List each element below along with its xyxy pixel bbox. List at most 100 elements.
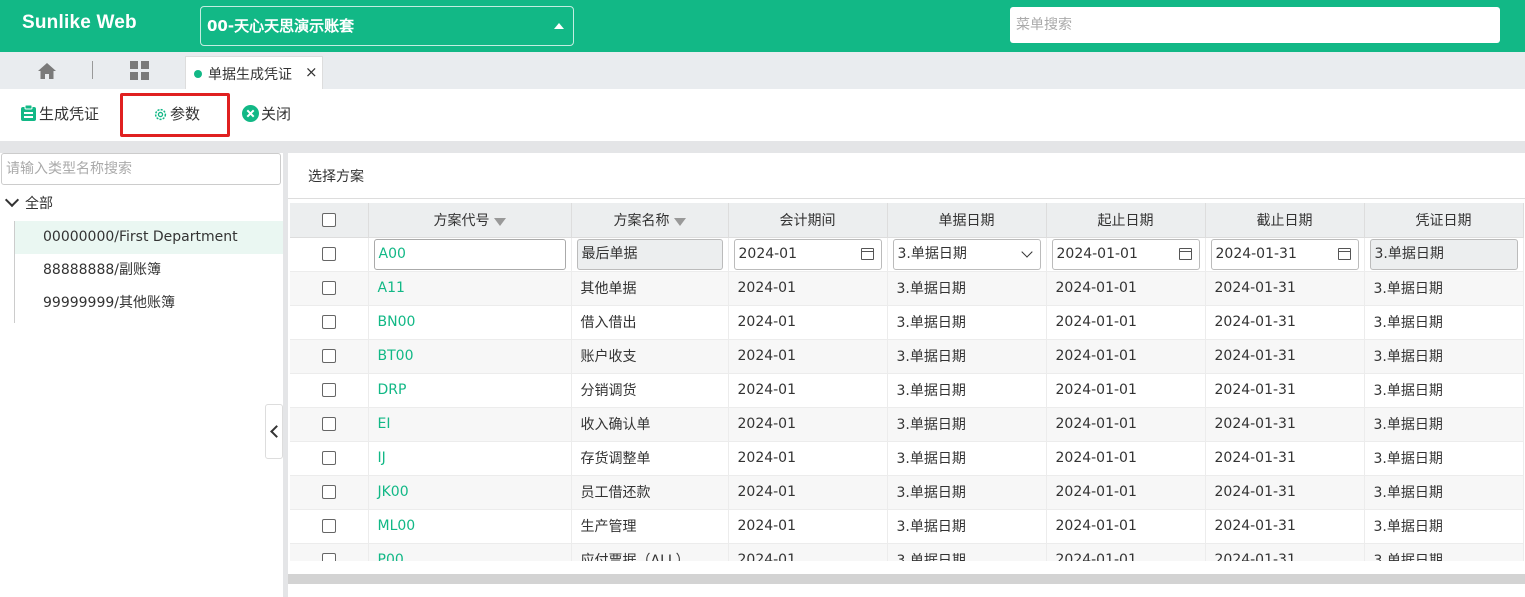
- row-checkbox[interactable]: [321, 281, 336, 295]
- calendar-icon[interactable]: [860, 247, 874, 260]
- toolbar-divider: [0, 141, 1525, 153]
- row-start-date: 2024-01-01: [1046, 407, 1206, 442]
- row-checkbox-cell: [290, 543, 369, 561]
- tree-item-sub-ledger[interactable]: 88888888/副账簿: [15, 254, 283, 287]
- row-checkbox[interactable]: [321, 383, 336, 397]
- filter-end-cell: 2024-01-31: [1205, 237, 1365, 272]
- row-name: 分销调货: [571, 373, 729, 408]
- close-label: 关闭: [261, 105, 292, 123]
- row-checkbox[interactable]: [321, 349, 336, 363]
- params-button[interactable]: 参数: [153, 103, 200, 127]
- table-row[interactable]: IJ 存货调整单 2024-01 3.单据日期 2024-01-01 2024-01-31…: [290, 441, 1524, 476]
- horizontal-scrollbar[interactable]: [288, 574, 1525, 584]
- row-code[interactable]: BN00: [368, 305, 572, 340]
- table-row[interactable]: A11 其他单据 2024-01 3.单据日期 2024-01-01 2024-01-31…: [290, 271, 1524, 306]
- row-voucher-date: 3.单据日期: [1364, 271, 1524, 306]
- scheme-panel: 选择方案 方案代号 方案名称 会计期间 单据日期 起止日期 截止日期 凭证日期: [288, 153, 1525, 597]
- row-checkbox-cell: [290, 509, 369, 544]
- row-start-date: 2024-01-01: [1046, 373, 1206, 408]
- row-checkbox[interactable]: [321, 247, 336, 261]
- calendar-icon[interactable]: [1337, 247, 1351, 260]
- table-row[interactable]: JK00 员工借还款 2024-01 3.单据日期 2024-01-01 2024-01-…: [290, 475, 1524, 510]
- home-icon[interactable]: [37, 61, 57, 81]
- row-end-date: 2024-01-31: [1205, 271, 1365, 306]
- close-button[interactable]: 关闭: [242, 103, 291, 127]
- close-circle-icon: [242, 105, 259, 122]
- select-all-checkbox[interactable]: [321, 212, 336, 227]
- row-checkbox[interactable]: [321, 485, 336, 499]
- row-doc-date: 3.单据日期: [887, 509, 1047, 544]
- row-checkbox-cell: [290, 373, 369, 408]
- row-name: 员工借还款: [571, 475, 729, 510]
- filter-name-cell: 最后单据: [571, 237, 729, 272]
- collapse-panel-button[interactable]: [265, 404, 283, 459]
- scheme-name-field: 最后单据: [576, 238, 723, 270]
- menu-search-input[interactable]: [1010, 7, 1500, 43]
- row-checkbox-cell: [290, 339, 369, 374]
- active-dot-icon: [194, 70, 202, 78]
- calendar-icon[interactable]: [1178, 247, 1192, 260]
- row-voucher-date: 3.单据日期: [1364, 441, 1524, 476]
- table-row[interactable]: P00 应付票据（ALL） 2024-01 3.单据日期 2024-01-01 2024-…: [290, 543, 1524, 561]
- row-period: 2024-01: [728, 407, 888, 442]
- generate-voucher-button[interactable]: 生成凭证: [20, 103, 99, 127]
- toolbar: 生成凭证 参数 关闭: [0, 89, 1525, 141]
- row-code[interactable]: A11: [368, 271, 572, 306]
- filter-icon[interactable]: [493, 217, 506, 226]
- row-code[interactable]: EI: [368, 407, 572, 442]
- row-code[interactable]: JK00: [368, 475, 572, 510]
- table-row[interactable]: ML00 生产管理 2024-01 3.单据日期 2024-01-01 2024-01-3…: [290, 509, 1524, 544]
- tab-close-icon[interactable]: ×: [305, 63, 318, 81]
- period-input[interactable]: 2024-01: [733, 238, 882, 270]
- scheme-code-input[interactable]: A00: [373, 238, 566, 270]
- row-voucher-date: 3.单据日期: [1364, 543, 1524, 561]
- table-row[interactable]: BT00 账户收支 2024-01 3.单据日期 2024-01-01 2024-01-3…: [290, 339, 1524, 374]
- row-voucher-date: 3.单据日期: [1364, 407, 1524, 442]
- row-doc-date: 3.单据日期: [887, 339, 1047, 374]
- row-code[interactable]: P00: [368, 543, 572, 561]
- row-start-date: 2024-01-01: [1046, 441, 1206, 476]
- tree-root-all[interactable]: 全部: [4, 192, 53, 213]
- row-end-date: 2024-01-31: [1205, 407, 1365, 442]
- col-header-name[interactable]: 方案名称: [571, 203, 729, 238]
- row-end-date: 2024-01-31: [1205, 339, 1365, 374]
- row-name: 账户收支: [571, 339, 729, 374]
- row-start-date: 2024-01-01: [1046, 509, 1206, 544]
- gear-icon: [154, 108, 167, 121]
- row-checkbox[interactable]: [321, 519, 336, 533]
- row-name: 存货调整单: [571, 441, 729, 476]
- select-all-cell: [290, 203, 369, 238]
- row-doc-date: 3.单据日期: [887, 543, 1047, 561]
- col-header-code[interactable]: 方案代号: [368, 203, 572, 238]
- end-date-input[interactable]: 2024-01-31: [1210, 238, 1359, 270]
- start-date-input[interactable]: 2024-01-01: [1051, 238, 1200, 270]
- table-row[interactable]: BN00 借入借出 2024-01 3.单据日期 2024-01-01 2024-01-3…: [290, 305, 1524, 340]
- chevron-down-icon: [4, 192, 20, 208]
- col-header-doc-date: 单据日期: [887, 203, 1047, 238]
- tree-item-other-ledger[interactable]: 99999999/其他账簿: [15, 287, 283, 320]
- row-code[interactable]: BT00: [368, 339, 572, 374]
- tree-item-first-department[interactable]: 00000000/First Department: [15, 221, 283, 254]
- col-header-start-date: 起止日期: [1046, 203, 1206, 238]
- row-checkbox[interactable]: [321, 553, 336, 561]
- row-checkbox[interactable]: [321, 315, 336, 329]
- table-row[interactable]: DRP 分销调货 2024-01 3.单据日期 2024-01-01 2024-01-31…: [290, 373, 1524, 408]
- col-header-code-label: 方案代号: [433, 212, 490, 229]
- row-checkbox[interactable]: [321, 451, 336, 465]
- tab-voucher-generation[interactable]: 单据生成凭证 ×: [185, 56, 323, 89]
- doc-date-select[interactable]: 3.单据日期: [892, 238, 1041, 270]
- row-code[interactable]: IJ: [368, 441, 572, 476]
- row-code[interactable]: DRP: [368, 373, 572, 408]
- table-row[interactable]: EI 收入确认单 2024-01 3.单据日期 2024-01-01 2024-01-31…: [290, 407, 1524, 442]
- filter-row: A00 最后单据 2024-01 3.单据日期 2024-01-01 2024-…: [290, 237, 1524, 272]
- row-checkbox[interactable]: [321, 417, 336, 431]
- row-checkbox-cell: [290, 271, 369, 306]
- account-select[interactable]: 00-天心天思演示账套: [200, 6, 574, 46]
- header-row: 方案代号 方案名称 会计期间 单据日期 起止日期 截止日期 凭证日期: [290, 203, 1524, 238]
- row-code[interactable]: ML00: [368, 509, 572, 544]
- apps-grid-icon[interactable]: [130, 61, 149, 80]
- row-period: 2024-01: [728, 271, 888, 306]
- row-doc-date: 3.单据日期: [887, 475, 1047, 510]
- tree-search-input[interactable]: [1, 153, 281, 185]
- filter-icon[interactable]: [673, 217, 686, 226]
